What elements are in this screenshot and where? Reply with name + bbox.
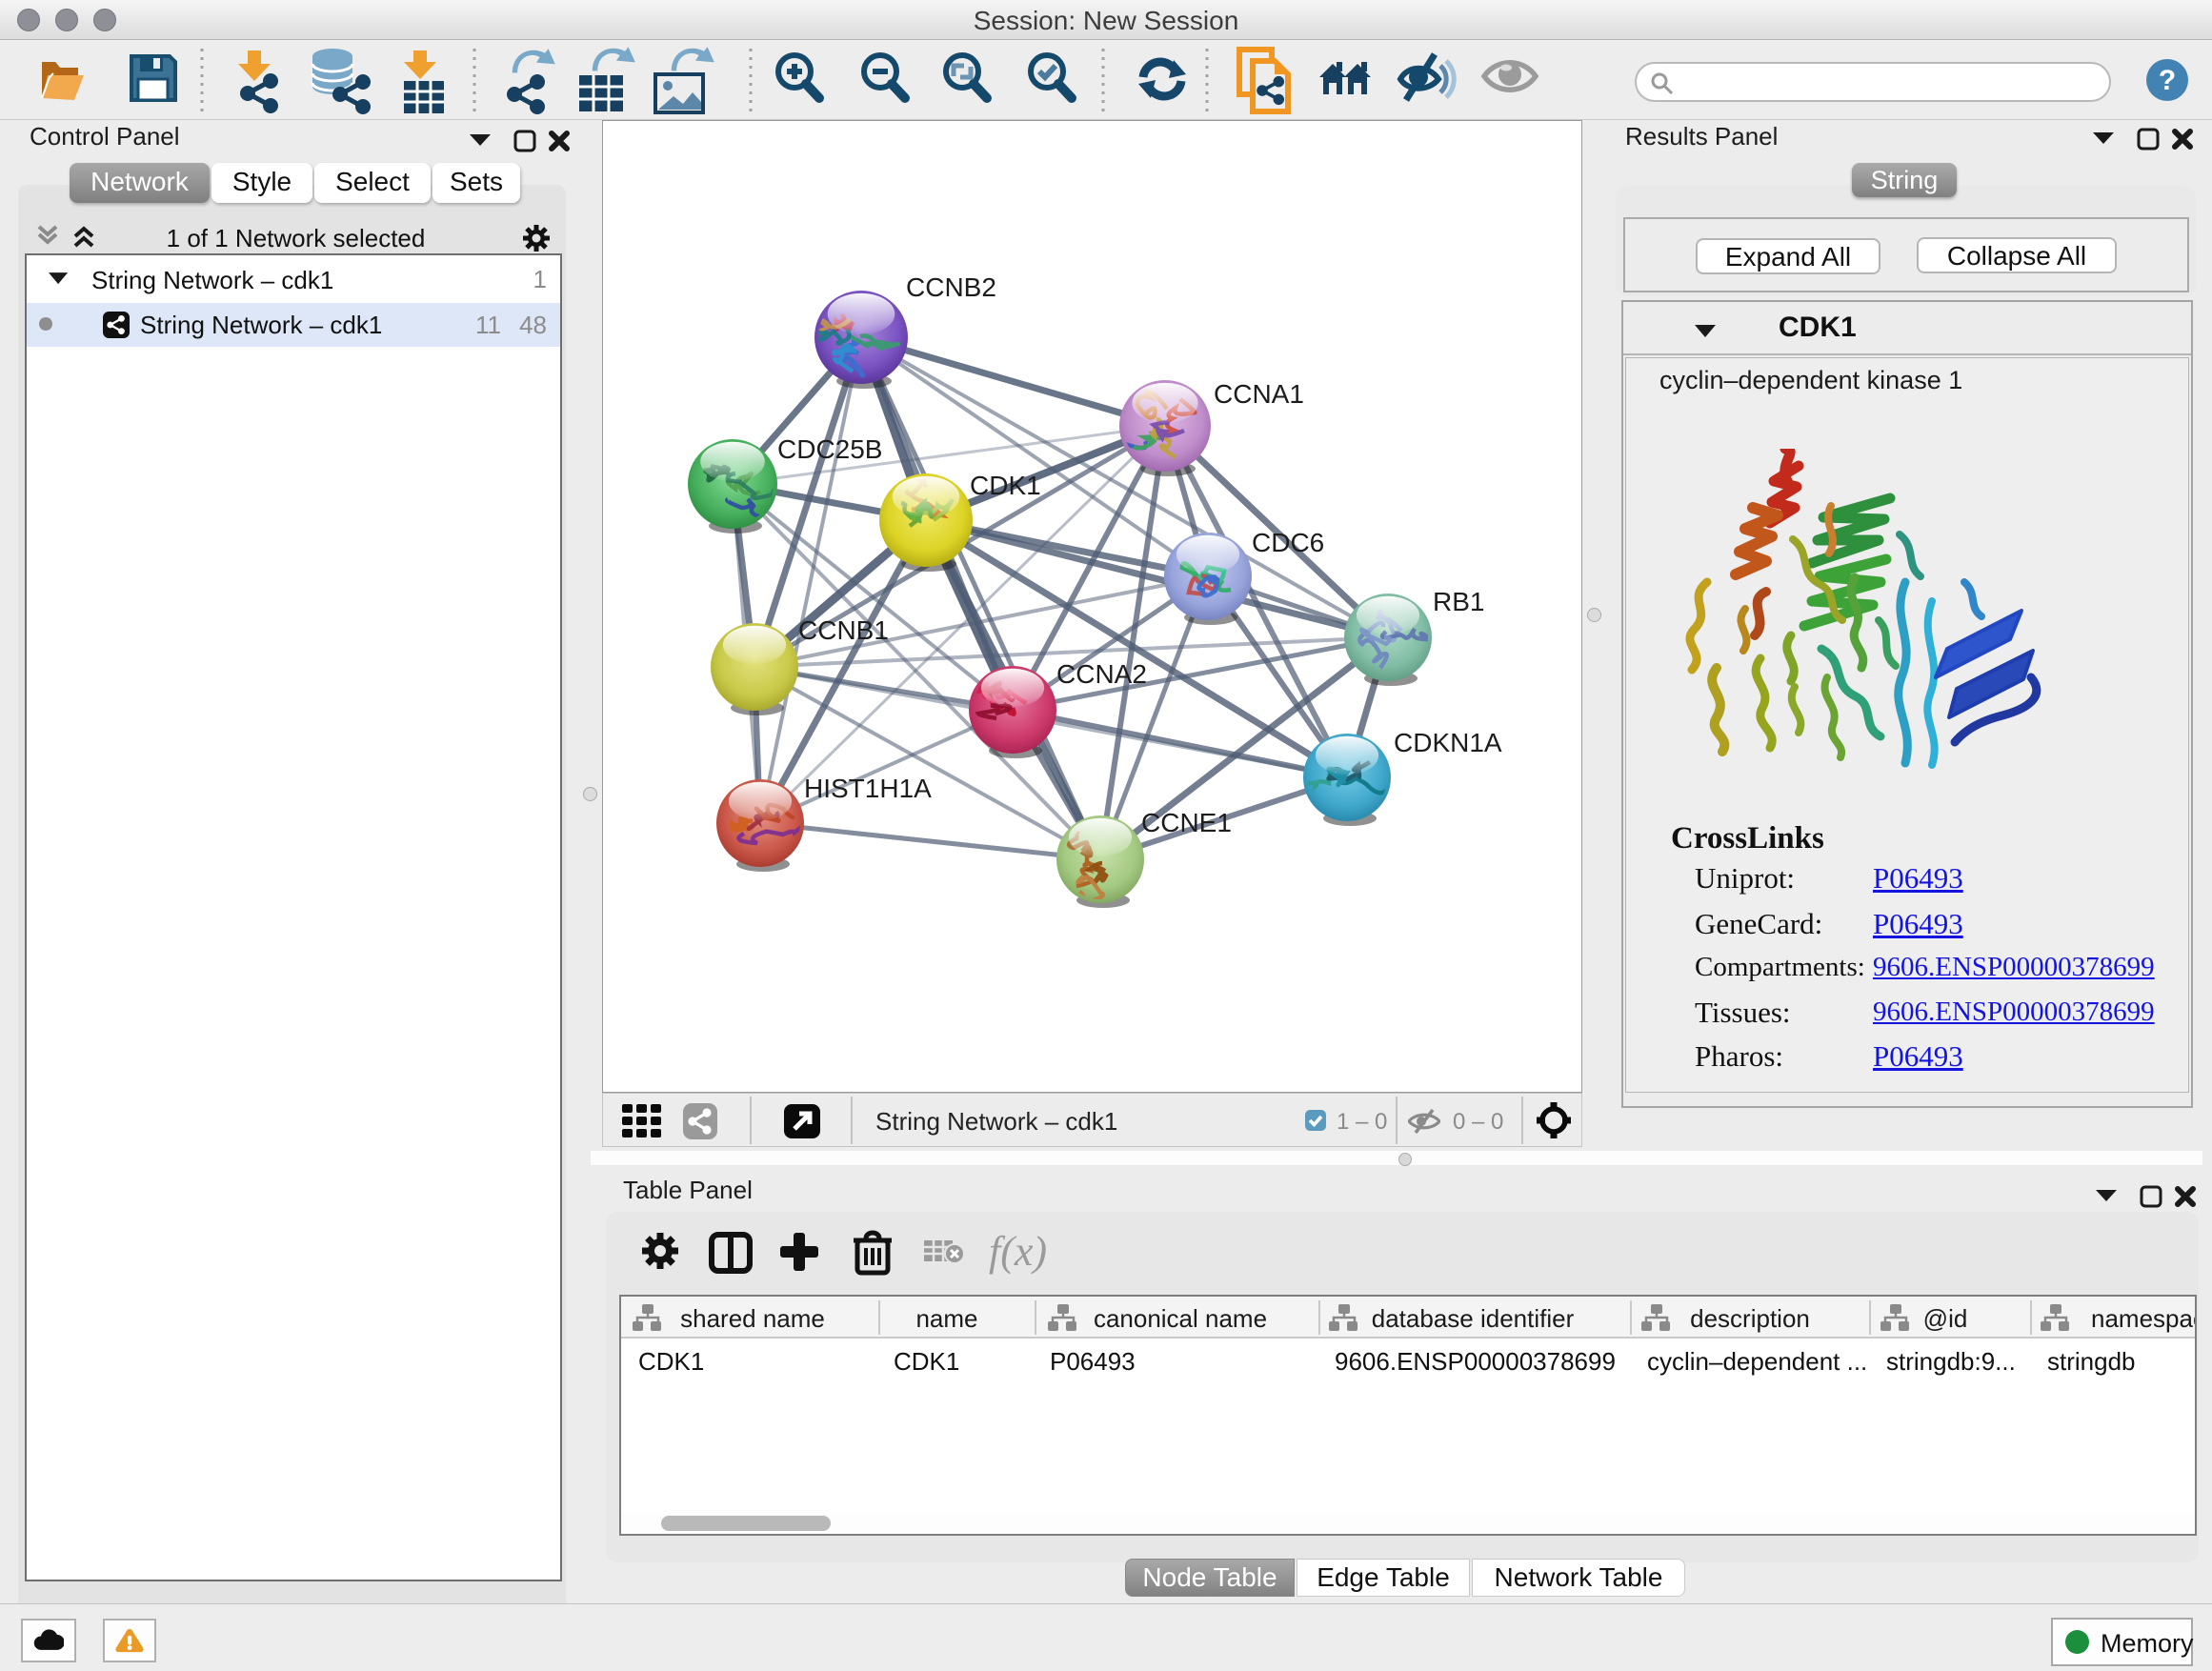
svg-text:CCNE1: CCNE1 [1141,808,1232,837]
svg-text:CCNB2: CCNB2 [906,272,996,302]
svg-text:CDC6: CDC6 [1252,528,1324,557]
svg-text:?: ? [2159,65,2176,96]
svg-text:description: description [1690,1304,1810,1333]
svg-text:CDKN1A: CDKN1A [1394,728,1502,757]
svg-text:shared name: shared name [680,1304,825,1333]
svg-text:canonical name: canonical name [1094,1304,1267,1333]
svg-text:database identifier: database identifier [1372,1304,1575,1333]
svg-text:CCNA1: CCNA1 [1214,379,1304,409]
svg-text:CDK1: CDK1 [970,471,1041,500]
svg-text:CDC25B: CDC25B [777,434,882,464]
svg-text:CCNA2: CCNA2 [1056,659,1147,689]
svg-text:HIST1H1A: HIST1H1A [804,774,932,803]
svg-text:@id: @id [1923,1304,1968,1333]
svg-text:name: name [915,1304,977,1333]
svg-text:CCNB1: CCNB1 [798,615,889,645]
svg-text:f(x): f(x) [989,1229,1047,1275]
svg-text:RB1: RB1 [1433,587,1484,616]
svg-text:namespace: namespace [2091,1304,2195,1333]
